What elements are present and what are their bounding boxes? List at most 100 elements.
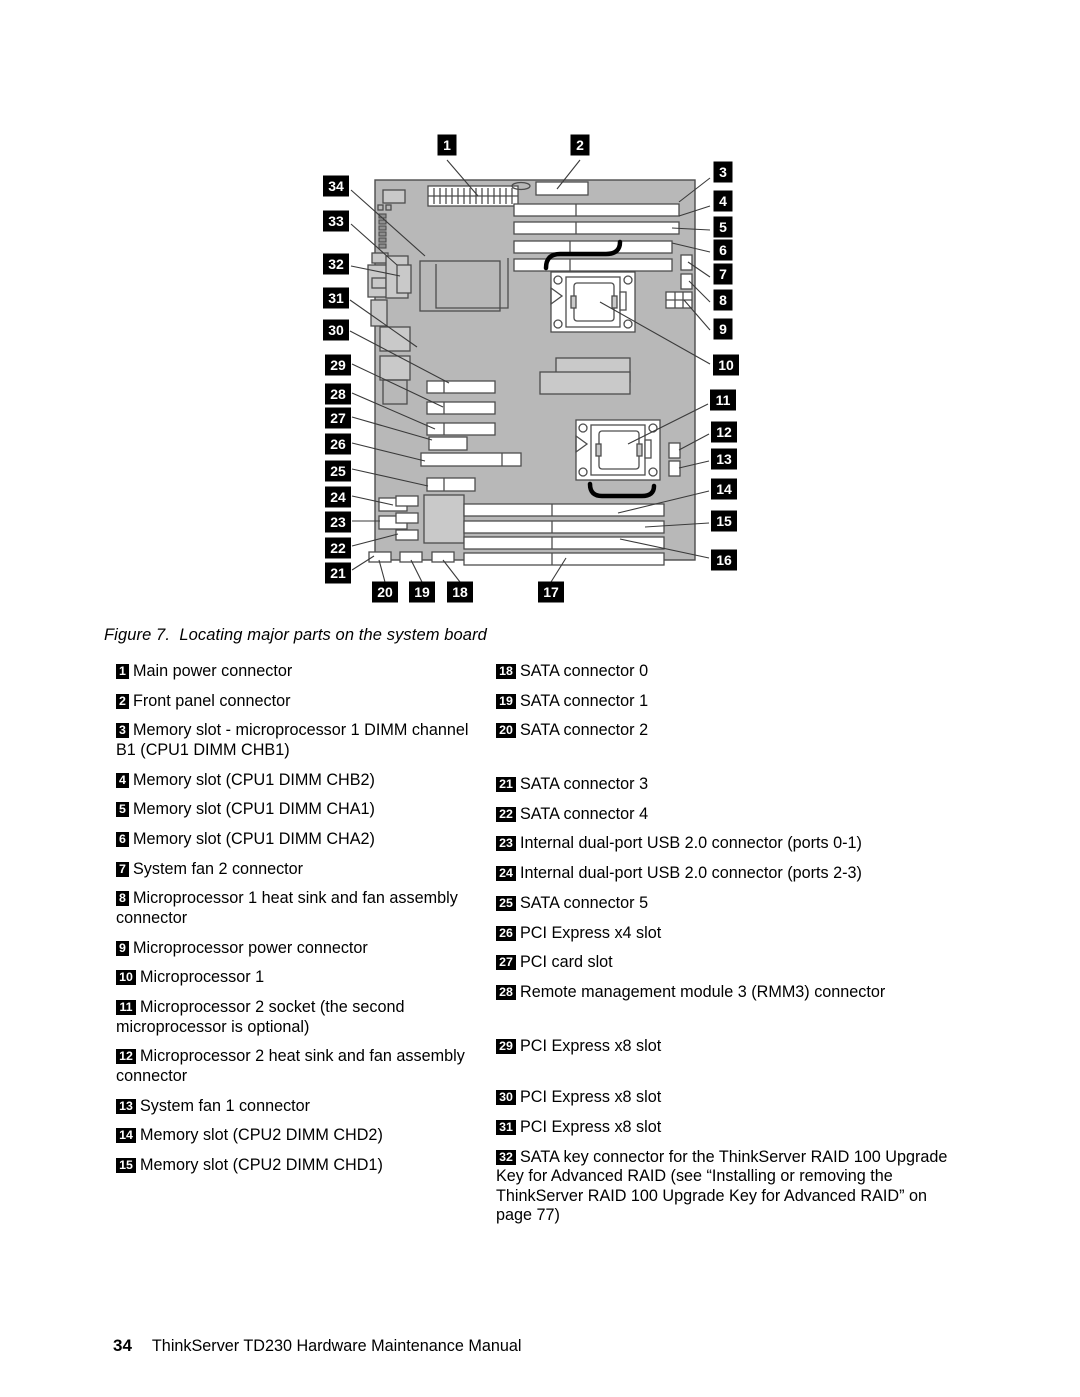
- legend-item-4: 4 Memory slot (CPU1 DIMM CHB2): [116, 771, 486, 791]
- callout-20: 20: [372, 581, 398, 603]
- callout-number: 14: [716, 481, 732, 497]
- callout-number: 17: [543, 584, 559, 600]
- legend-item-19: 19 SATA connector 1: [496, 692, 966, 712]
- legend-badge-27: 27: [496, 955, 516, 971]
- legend-badge-10: 10: [116, 970, 136, 986]
- callout-number: 15: [716, 513, 732, 529]
- callout-number: 3: [719, 164, 727, 180]
- callout-28: 28: [325, 383, 351, 405]
- legend-item-27: 27 PCI card slot: [496, 953, 966, 973]
- callout-3: 3: [713, 161, 733, 183]
- legend-item-18: 18 SATA connector 0: [496, 662, 966, 682]
- legend-item-21: 21 SATA connector 3: [496, 775, 966, 795]
- callout-number: 11: [716, 392, 731, 408]
- system-board-diagram: .bd { fill:#b8b8b8; stroke:#4d4d4d; stro…: [323, 134, 739, 603]
- callout-leader-20: [378, 559, 386, 583]
- callout-24: 24: [325, 486, 351, 508]
- legend-badge-9: 9: [116, 940, 129, 956]
- footer-manual-title: ThinkServer TD230 Hardware Maintenance M…: [151, 1337, 522, 1355]
- legend-label: SATA connector 4: [520, 804, 649, 823]
- callout-number: 4: [719, 193, 727, 209]
- legend-spacer: [496, 1013, 966, 1037]
- callout-33: 33: [323, 210, 349, 232]
- callout-1: 1: [437, 134, 457, 156]
- callout-number: 22: [330, 540, 346, 556]
- callout-5: 5: [713, 216, 733, 238]
- legend-label: Internal dual-port USB 2.0 connector (po…: [520, 834, 862, 853]
- callout-number: 25: [330, 463, 346, 479]
- legend-item-11: 11 Microprocessor 2 socket (the second mi…: [116, 998, 486, 1037]
- callout-number: 28: [330, 386, 346, 402]
- legend-label: Internal dual-port USB 2.0 connector (po…: [520, 864, 862, 883]
- legend-item-29: 29 PCI Express x8 slot: [496, 1037, 966, 1057]
- legend-label: PCI card slot: [520, 953, 613, 972]
- figure-caption: Figure 7. Locating major parts on the sy…: [104, 626, 487, 644]
- callout-15: 15: [711, 510, 737, 532]
- legend-badge-24: 24: [496, 866, 516, 882]
- callout-number: 7: [719, 266, 727, 282]
- callout-25: 25: [325, 460, 351, 482]
- callout-7: 7: [713, 263, 733, 285]
- callout-number: 29: [330, 357, 346, 373]
- legend-item-26: 26 PCI Express x4 slot: [496, 924, 966, 944]
- legend-item-31: 31 PCI Express x8 slot: [496, 1118, 966, 1138]
- legend-item-20: 20 SATA connector 2: [496, 721, 966, 741]
- legend-badge-18: 18: [496, 664, 516, 679]
- callout-31: 31: [323, 287, 349, 309]
- legend-badge-5: 5: [116, 802, 129, 818]
- callout-21: 21: [325, 562, 351, 584]
- callout-number: 21: [330, 565, 346, 581]
- legend-item-7: 7 System fan 2 connector: [116, 860, 486, 880]
- legend-label: Microprocessor 1: [140, 968, 265, 987]
- legend-label: Microprocessor 1 heat sink and fan assem…: [116, 889, 458, 927]
- legend-badge-25: 25: [496, 895, 516, 911]
- callout-19: 19: [409, 581, 435, 603]
- callout-26: 26: [325, 433, 351, 455]
- legend-label: SATA key connector for the ThinkServer R…: [496, 1147, 948, 1225]
- callout-number: 20: [377, 584, 393, 600]
- legend-item-13: 13 System fan 1 connector: [116, 1097, 486, 1117]
- callout-16: 16: [711, 549, 737, 571]
- legend-item-14: 14 Memory slot (CPU2 DIMM CHD2): [116, 1126, 486, 1146]
- legend-badge-31: 31: [496, 1119, 516, 1135]
- footer-page-number: 34: [113, 1336, 132, 1355]
- legend-badge-1: 1: [116, 664, 129, 679]
- callout-17: 17: [538, 581, 564, 603]
- legend-column-right: 18 SATA connector 0 19 SATA connector 1 20 SA…: [496, 662, 966, 1236]
- callout-2: 2: [570, 134, 590, 156]
- legend-item-28: 28 Remote management module 3 (RMM3) conn…: [496, 983, 966, 1003]
- legend-label: Memory slot - microprocessor 1 DIMM chan…: [116, 721, 469, 759]
- legend-label: Front panel connector: [133, 691, 291, 710]
- legend-label: Memory slot (CPU1 DIMM CHA2): [133, 830, 375, 849]
- legend-label: Microprocessor power connector: [133, 938, 368, 957]
- legend-label: Microprocessor 2 heat sink and fan assem…: [116, 1047, 465, 1085]
- legend-badge-32: 32: [496, 1149, 516, 1165]
- callout-leader-19: [410, 559, 423, 583]
- legend-item-22: 22 SATA connector 4: [496, 805, 966, 825]
- callout-18: 18: [447, 581, 473, 603]
- legend-item-3: 3 Memory slot - microprocessor 1 DIMM cha…: [116, 721, 486, 760]
- callout-12: 12: [711, 421, 737, 443]
- legend-badge-22: 22: [496, 806, 516, 822]
- legend-item-32: 32 SATA key connector for the ThinkServer…: [496, 1148, 966, 1226]
- callout-number: 24: [330, 489, 346, 505]
- callout-number: 5: [719, 219, 727, 235]
- legend-item-10: 10 Microprocessor 1: [116, 968, 486, 988]
- legend-badge-29: 29: [496, 1038, 516, 1054]
- legend-badge-6: 6: [116, 832, 129, 848]
- legend-item-8: 8 Microprocessor 1 heat sink and fan asse…: [116, 889, 486, 928]
- callout-number: 10: [718, 357, 734, 373]
- legend-badge-14: 14: [116, 1128, 136, 1144]
- callout-number: 23: [330, 514, 346, 530]
- legend-item-5: 5 Memory slot (CPU1 DIMM CHA1): [116, 800, 486, 820]
- callout-number: 16: [716, 552, 732, 568]
- callout-29: 29: [325, 354, 351, 376]
- callout-34: 34: [323, 175, 349, 197]
- legend-label: PCI Express x8 slot: [520, 1117, 662, 1136]
- callout-6: 6: [713, 239, 733, 261]
- callout-number: 32: [328, 256, 344, 272]
- callout-number: 6: [719, 242, 727, 258]
- legend-badge-8: 8: [116, 891, 129, 907]
- legend-badge-20: 20: [496, 723, 516, 739]
- callout-10: 10: [713, 354, 739, 376]
